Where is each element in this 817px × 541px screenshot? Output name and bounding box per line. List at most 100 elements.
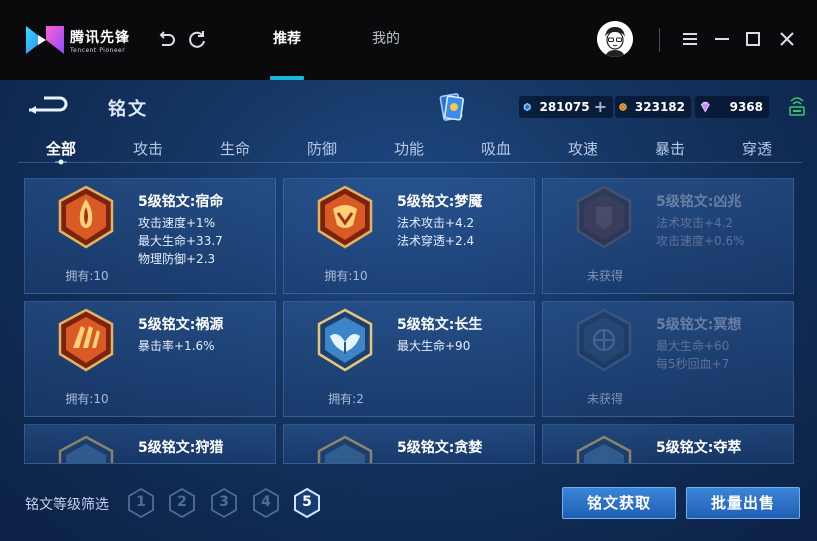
minimize-icon[interactable] xyxy=(711,28,733,50)
inscription-name: 5级铭文:宿命 xyxy=(138,194,224,210)
gold-coin-icon xyxy=(619,103,627,111)
inscription-name: 5级铭文:长生 xyxy=(397,317,483,333)
tab-attack[interactable]: 攻击 xyxy=(133,138,163,159)
currency-value: 323182 xyxy=(634,100,685,114)
purple-crystal-icon xyxy=(700,101,710,113)
owned-count: 拥有:10 xyxy=(65,392,109,406)
logo-subtext: Tencent Pioneer xyxy=(70,46,126,54)
active-category-indicator-icon xyxy=(55,159,67,165)
divider xyxy=(659,28,660,52)
inscription-card[interactable]: 5级铭文:梦魇 法术攻击+4.2 法术穿透+2.4 拥有:10 xyxy=(283,178,535,294)
inscription-name: 5级铭文:狩猎 xyxy=(138,440,224,456)
inscription-card[interactable]: 5级铭文:宿命 攻击速度+1% 最大生命+33.7 物理防御+2.3 拥有:10 xyxy=(24,178,276,294)
currency-gold: 323182 xyxy=(615,96,691,118)
tab-divider xyxy=(18,162,802,163)
inscription-stat: 最大生命+60 xyxy=(656,339,730,353)
inscription-stat: 最大生命+90 xyxy=(397,339,471,353)
close-icon[interactable] xyxy=(776,28,798,50)
inscription-shop-icon[interactable] xyxy=(439,92,465,122)
avatar[interactable] xyxy=(597,21,633,57)
red-inscription-emblem-icon xyxy=(58,185,114,249)
inscription-stat: 法术攻击+4.2 xyxy=(656,216,734,230)
logo-mark-icon xyxy=(26,26,64,54)
inscription-name: 5级铭文:夺萃 xyxy=(656,440,742,456)
inscription-stat: 每5秒回血+7 xyxy=(656,357,730,371)
maximize-icon[interactable] xyxy=(742,28,764,50)
tab-utility[interactable]: 功能 xyxy=(394,138,424,159)
inscription-card[interactable]: 5级铭文:祸源 暴击率+1.6% 拥有:10 xyxy=(24,301,276,417)
currency-value: 281075 xyxy=(539,100,590,114)
inscription-card[interactable]: 5级铭文:贪婪 xyxy=(283,424,535,464)
network-status-icon xyxy=(789,97,805,116)
red-inscription-emblem-icon xyxy=(317,185,373,249)
owned-count: 未获得 xyxy=(586,269,623,283)
title-bar: 腾讯先锋 Tencent Pioneer 推荐 我的 xyxy=(0,0,817,80)
refresh-icon[interactable] xyxy=(186,28,208,50)
blue-gem-coin-icon xyxy=(523,102,531,112)
acquire-inscription-button[interactable]: 铭文获取 xyxy=(562,487,676,519)
owned-count: 拥有:2 xyxy=(328,392,364,406)
inscription-stat: 法术攻击+4.2 xyxy=(397,216,475,230)
menu-icon[interactable] xyxy=(679,28,701,50)
level-number: 1 xyxy=(136,494,146,510)
inscription-card[interactable]: 5级铭文:长生 最大生命+90 拥有:2 xyxy=(283,301,535,417)
inscription-name: 5级铭文:贪婪 xyxy=(397,440,483,456)
tab-all[interactable]: 全部 xyxy=(46,138,76,159)
inscription-card[interactable]: 5级铭文:冥想 最大生命+60 每5秒回血+7 未获得 xyxy=(542,301,794,417)
tab-lifesteal[interactable]: 吸血 xyxy=(481,138,511,159)
category-tabs: 全部 攻击 生命 防御 功能 吸血 攻速 暴击 穿透 xyxy=(18,132,802,162)
bulk-sell-button[interactable]: 批量出售 xyxy=(686,487,800,519)
undo-icon[interactable] xyxy=(155,28,177,50)
inscription-card[interactable]: 5级铭文:凶兆 法术攻击+4.2 攻击速度+0.6% 未获得 xyxy=(542,178,794,294)
tab-attack-speed[interactable]: 攻速 xyxy=(568,138,598,159)
tab-recommend[interactable]: 推荐 xyxy=(273,28,301,48)
owned-count: 未获得 xyxy=(586,392,623,406)
inscription-stat: 法术穿透+2.4 xyxy=(397,234,475,248)
level-filter-4[interactable]: 4 xyxy=(251,487,281,519)
logo-text: 腾讯先锋 xyxy=(70,29,130,46)
level-filter-3[interactable]: 3 xyxy=(209,487,239,519)
inscription-stat: 攻击速度+1% xyxy=(138,216,216,230)
level-filter-5[interactable]: 5 xyxy=(292,487,322,519)
inscription-card[interactable]: 5级铭文:夺萃 xyxy=(542,424,794,464)
app-logo: 腾讯先锋 Tencent Pioneer xyxy=(24,22,134,58)
add-currency-button[interactable]: + xyxy=(594,99,607,115)
inscription-stat: 最大生命+33.7 xyxy=(138,234,223,248)
page-title: 铭文 xyxy=(108,99,148,120)
tab-mine[interactable]: 我的 xyxy=(372,28,400,48)
tab-health[interactable]: 生命 xyxy=(220,138,250,159)
currency-value: 9368 xyxy=(729,100,763,114)
red-inscription-emblem-icon xyxy=(58,308,114,372)
tab-penetration[interactable]: 穿透 xyxy=(742,138,772,159)
user-avatar-icon xyxy=(597,21,633,57)
red-inscription-emblem-icon xyxy=(576,185,632,249)
blue-inscription-emblem-icon xyxy=(58,435,114,463)
level-filter-2[interactable]: 2 xyxy=(167,487,197,519)
inscription-stat: 攻击速度+0.6% xyxy=(656,234,745,248)
inscription-card[interactable]: 5级铭文:狩猎 xyxy=(24,424,276,464)
inscription-name: 5级铭文:梦魇 xyxy=(397,194,483,210)
blue-inscription-emblem-icon xyxy=(317,308,373,372)
inscription-name: 5级铭文:冥想 xyxy=(656,317,742,333)
inscription-panel: 铭文 281075 + 323182 9368 全部 攻击 生命 防御 功能 吸… xyxy=(0,80,817,541)
inscription-name: 5级铭文:凶兆 xyxy=(656,194,742,210)
owned-count: 拥有:10 xyxy=(65,269,109,283)
tab-crit[interactable]: 暴击 xyxy=(655,138,685,159)
level-number: 3 xyxy=(219,494,229,510)
inscription-stat: 物理防御+2.3 xyxy=(138,252,216,266)
inscription-name: 5级铭文:祸源 xyxy=(138,317,224,333)
level-number: 2 xyxy=(177,494,187,510)
level-number: 5 xyxy=(302,494,312,510)
blue-inscription-emblem-icon xyxy=(576,435,632,463)
tab-defense[interactable]: 防御 xyxy=(307,138,337,159)
level-filter-label: 铭文等级筛选 xyxy=(25,497,109,513)
inscription-stat: 暴击率+1.6% xyxy=(138,339,215,353)
blue-inscription-emblem-icon xyxy=(317,435,373,463)
owned-count: 拥有:10 xyxy=(324,269,368,283)
level-number: 4 xyxy=(261,494,271,510)
currency-crystal: 9368 xyxy=(695,96,769,118)
back-button[interactable] xyxy=(26,94,72,116)
currency-blue-gem: 281075 + xyxy=(519,96,613,118)
blue-inscription-emblem-icon xyxy=(576,308,632,372)
level-filter-1[interactable]: 1 xyxy=(126,487,156,519)
